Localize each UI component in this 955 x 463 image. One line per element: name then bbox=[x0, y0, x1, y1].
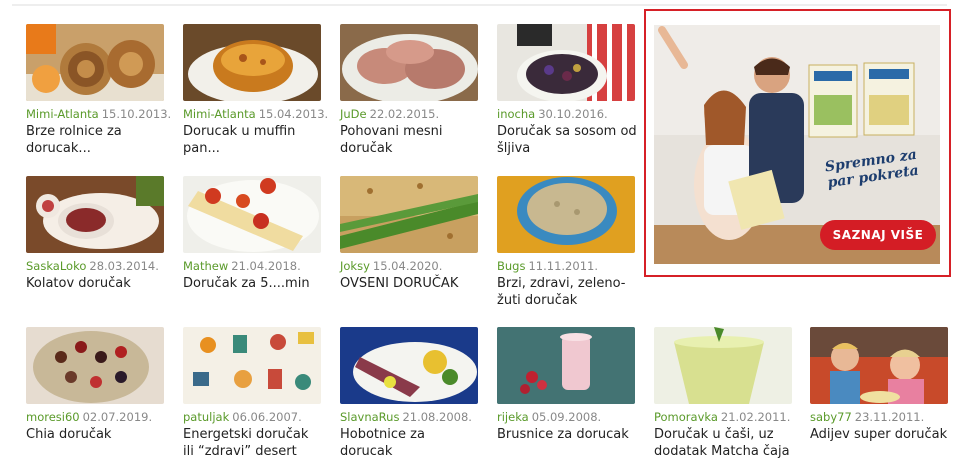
date: 06.06.2007. bbox=[232, 410, 302, 424]
recipe-card[interactable]: Bugs 11.11.2011. Brzi, zdravi, zeleno-žut… bbox=[497, 176, 637, 309]
date: 15.04.2020. bbox=[372, 259, 443, 273]
recipe-thumbnail[interactable] bbox=[26, 176, 164, 253]
recipe-card[interactable]: Mimi-Atlanta 15.04.2013. Dorucak u muffin… bbox=[183, 24, 328, 157]
recipe-card[interactable]: patuljak 06.06.2007. Energetski doručak i… bbox=[183, 327, 323, 460]
recipe-card[interactable]: Mimi-Atlanta 15.10.2013. Brze rolnice za … bbox=[26, 24, 171, 157]
ad-banner[interactable]: Spremno za par pokreta SAZNAJ VIŠE bbox=[644, 9, 951, 277]
author-link[interactable]: Mimi-Atlanta bbox=[26, 107, 99, 121]
author-link[interactable]: moresi60 bbox=[26, 410, 80, 424]
recipe-title[interactable]: Chia doručak bbox=[26, 426, 166, 443]
recipe-card[interactable]: SlavnaRus 21.08.2008. Hobotnice za doruca… bbox=[340, 327, 480, 460]
author-link[interactable]: SaskaLoko bbox=[26, 259, 86, 273]
recipe-thumbnail[interactable] bbox=[26, 24, 164, 101]
recipe-title[interactable]: Doručak u čaši, uz dodatak Matcha čaja bbox=[654, 426, 794, 460]
date: 11.11.2011. bbox=[528, 259, 598, 273]
recipe-card[interactable]: rijeka 05.09.2008. Brusnice za dorucak bbox=[497, 327, 637, 443]
recipe-title[interactable]: Doručak sa sosom od šljiva bbox=[497, 123, 637, 157]
date: 28.03.2014. bbox=[89, 259, 159, 273]
recipe-thumbnail[interactable] bbox=[340, 24, 478, 101]
author-link[interactable]: Mathew bbox=[183, 259, 228, 273]
recipe-card[interactable]: saby77 23.11.2011. Adijev super doručak bbox=[810, 327, 950, 443]
date: 15.04.2013. bbox=[258, 107, 329, 121]
recipe-thumbnail[interactable] bbox=[497, 24, 635, 101]
recipe-thumbnail[interactable] bbox=[340, 327, 478, 404]
recipe-title[interactable]: Dorucak u muffin pan... bbox=[183, 123, 323, 157]
date: 21.08.2008. bbox=[402, 410, 472, 424]
author-link[interactable]: patuljak bbox=[183, 410, 229, 424]
recipe-card[interactable]: SaskaLoko 28.03.2014. Kolatov doručak bbox=[26, 176, 166, 292]
recipe-title[interactable]: Brusnice za dorucak bbox=[497, 426, 637, 443]
recipe-title[interactable]: Kolatov doručak bbox=[26, 275, 166, 292]
recipe-thumbnail[interactable] bbox=[183, 24, 321, 101]
recipe-title[interactable]: Pohovani mesni doručak bbox=[340, 123, 480, 157]
author-link[interactable]: Bugs bbox=[497, 259, 525, 273]
recipe-thumbnail[interactable] bbox=[183, 327, 321, 404]
date: 05.09.2008. bbox=[531, 410, 602, 424]
author-link[interactable]: Joksy bbox=[340, 259, 370, 273]
learn-more-button[interactable]: SAZNAJ VIŠE bbox=[820, 220, 936, 250]
recipe-title[interactable]: Energetski doručak ili “zdravi” desert bbox=[183, 426, 323, 460]
recipe-title[interactable]: Brze rolnice za dorucak... bbox=[26, 123, 166, 157]
author-link[interactable]: JuDe bbox=[340, 107, 367, 121]
recipe-card[interactable]: inocha 30.10.2016. Doručak sa sosom od šl… bbox=[497, 24, 637, 157]
author-link[interactable]: SlavnaRus bbox=[340, 410, 399, 424]
divider bbox=[12, 4, 947, 6]
ad-image[interactable]: Spremno za par pokreta SAZNAJ VIŠE bbox=[654, 25, 940, 264]
recipe-thumbnail[interactable] bbox=[654, 327, 792, 404]
date: 02.07.2019. bbox=[82, 410, 153, 424]
recipe-grid-page: Mimi-Atlanta 15.10.2013. Brze rolnice za … bbox=[0, 0, 955, 463]
recipe-title[interactable]: Doručak za 5....min bbox=[183, 275, 323, 292]
recipe-title[interactable]: Hobotnice za dorucak bbox=[340, 426, 480, 460]
recipe-card[interactable]: Mathew 21.04.2018. Doručak za 5....min bbox=[183, 176, 323, 292]
recipe-thumbnail[interactable] bbox=[340, 176, 478, 253]
date: 21.02.2011. bbox=[720, 410, 791, 424]
recipe-card[interactable]: JuDe 22.02.2015. Pohovani mesni doručak bbox=[340, 24, 480, 157]
recipe-thumbnail[interactable] bbox=[26, 327, 164, 404]
date: 15.10.2013. bbox=[101, 107, 172, 121]
author-link[interactable]: saby77 bbox=[810, 410, 852, 424]
date: 22.02.2015. bbox=[369, 107, 440, 121]
author-link[interactable]: Pomoravka bbox=[654, 410, 718, 424]
recipe-title[interactable]: Adijev super doručak bbox=[810, 426, 950, 443]
recipe-title[interactable]: OVSENI DORUČAK bbox=[340, 275, 480, 292]
recipe-card[interactable]: Joksy 15.04.2020. OVSENI DORUČAK bbox=[340, 176, 480, 292]
author-link[interactable]: Mimi-Atlanta bbox=[183, 107, 256, 121]
recipe-thumbnail[interactable] bbox=[810, 327, 948, 404]
recipe-card[interactable]: Pomoravka 21.02.2011. Doručak u čaši, uz … bbox=[654, 327, 794, 460]
author-link[interactable]: inocha bbox=[497, 107, 535, 121]
recipe-thumbnail[interactable] bbox=[497, 327, 635, 404]
date: 21.04.2018. bbox=[231, 259, 301, 273]
recipe-card[interactable]: moresi60 02.07.2019. Chia doručak bbox=[26, 327, 166, 443]
recipe-thumbnail[interactable] bbox=[497, 176, 635, 253]
recipe-thumbnail[interactable] bbox=[183, 176, 321, 253]
date: 30.10.2016. bbox=[538, 107, 608, 121]
recipe-title[interactable]: Brzi, zdravi, zeleno-žuti doručak bbox=[497, 275, 637, 309]
date: 23.11.2011. bbox=[854, 410, 925, 424]
author-link[interactable]: rijeka bbox=[497, 410, 529, 424]
